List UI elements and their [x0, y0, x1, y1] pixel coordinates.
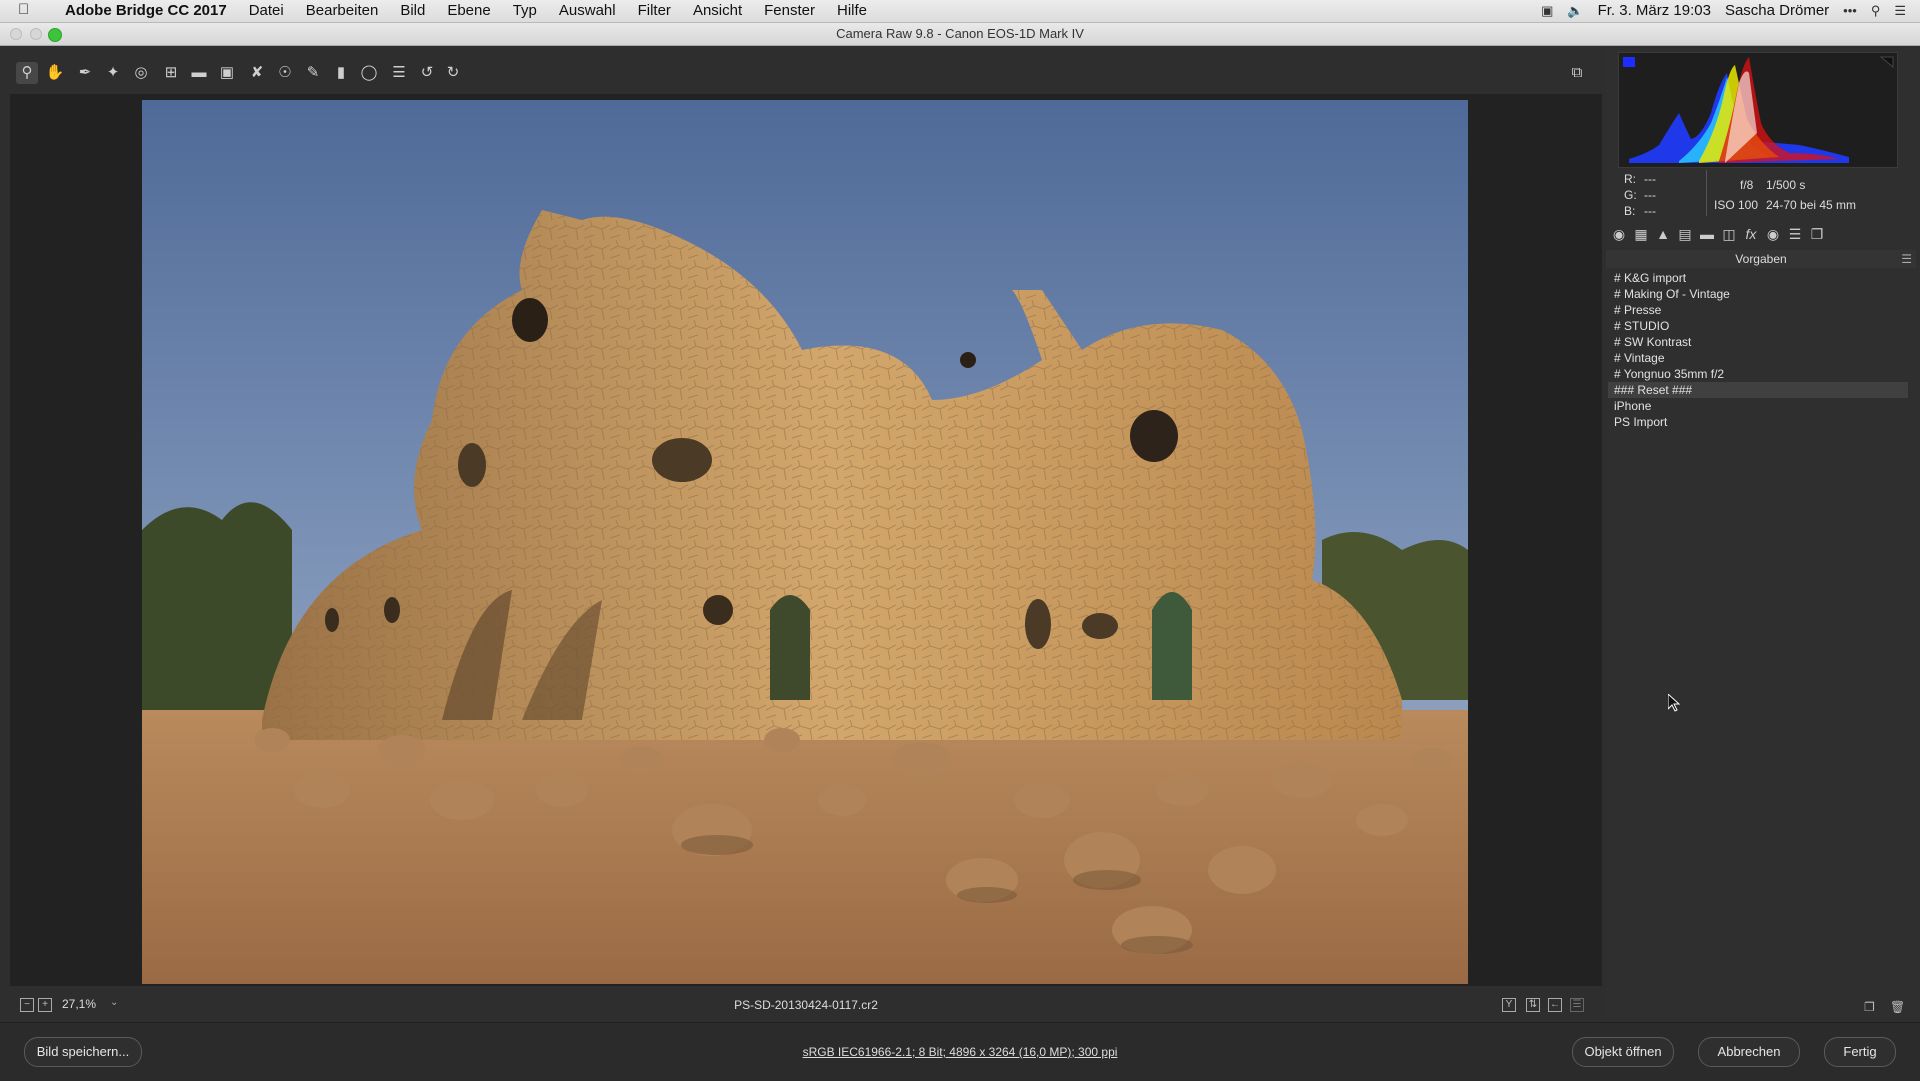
panel-menu-icon[interactable]: ☰ [1901, 250, 1912, 268]
targeted-adjustment-tool-icon[interactable]: ◎ [130, 62, 152, 84]
rgb-and-exif-readout: R: --- G: --- B: --- f/8 1/500 s ISO 100… [1618, 170, 1908, 220]
clock[interactable]: Fr. 3. März 19:03 [1598, 2, 1711, 20]
user-name[interactable]: Sascha Drömer [1725, 2, 1829, 20]
window-titlebar: Camera Raw 9.8 - Canon EOS-1D Mark IV [0, 23, 1920, 46]
tab-hsl-icon[interactable]: ▤ [1674, 226, 1696, 243]
open-object-button[interactable]: Objekt öffnen [1572, 1037, 1674, 1067]
shutter-speed: 1/500 s [1766, 178, 1806, 192]
b-label: B: [1624, 204, 1636, 218]
tab-detail-icon[interactable]: ▲ [1652, 226, 1674, 242]
r-value: --- [1644, 172, 1656, 186]
preset-item[interactable]: # Making Of - Vintage [1608, 286, 1908, 302]
radial-filter-icon[interactable]: ◯ [358, 62, 380, 84]
readout-divider [1706, 170, 1707, 216]
menu-typ[interactable]: Typ [502, 2, 548, 20]
new-preset-icon[interactable]: ❐ [1864, 1000, 1875, 1014]
notification-center-icon[interactable]: ☰ [1894, 2, 1906, 20]
preset-item[interactable]: PS Import [1608, 414, 1908, 430]
more-icon[interactable]: ••• [1843, 2, 1857, 20]
action-bar: Bild speichern... sRGB IEC61966-2.1; 8 B… [0, 1022, 1920, 1081]
tab-lens-corrections-icon[interactable]: ◫ [1718, 226, 1740, 243]
menu-app-name[interactable]: Adobe Bridge CC 2017 [54, 2, 238, 20]
red-eye-tool-icon[interactable]: ☉ [274, 62, 296, 84]
photo-preview[interactable] [142, 100, 1468, 984]
graduated-filter-icon[interactable]: ▮ [330, 62, 352, 84]
swap-settings-icon[interactable]: ⇅ [1526, 998, 1540, 1012]
crop-tool-icon[interactable]: ⊞ [160, 62, 182, 84]
adjustment-brush-icon[interactable]: ✎ [302, 62, 324, 84]
rotate-left-icon[interactable]: ↺ [416, 62, 438, 84]
shadow-clipping-indicator-icon[interactable] [1623, 57, 1635, 67]
preset-item[interactable]: # Presse [1608, 302, 1908, 318]
transform-tool-icon[interactable]: ▣ [216, 62, 238, 84]
menu-filter[interactable]: Filter [627, 2, 682, 20]
spot-removal-tool-icon[interactable]: ✘ [246, 62, 268, 84]
menu-bild[interactable]: Bild [389, 2, 436, 20]
cancel-button[interactable]: Abbrechen [1698, 1037, 1800, 1067]
preset-item[interactable]: # SW Kontrast [1608, 334, 1908, 350]
before-after-toggle-icon[interactable]: Y [1502, 998, 1516, 1012]
tab-tone-curve-icon[interactable]: ▦ [1630, 226, 1652, 243]
r-label: R: [1624, 172, 1636, 186]
photo-canvas [142, 100, 1468, 984]
preview-status-strip: − + 27,1% ⌄ PS-SD-20130424-0117.cr2 Y ⇅ … [10, 990, 1602, 1020]
rotate-right-icon[interactable]: ↻ [442, 62, 464, 84]
histogram-graph [1619, 53, 1897, 167]
menu-items: Adobe Bridge CC 2017 Datei Bearbeiten Bi… [54, 2, 878, 20]
hand-tool-icon[interactable]: ✋ [44, 62, 66, 84]
delete-preset-icon[interactable]: 🗑 [1890, 1000, 1905, 1014]
presets-header: Vorgaben ☰ [1606, 250, 1916, 268]
fullscreen-toggle-icon[interactable]: ⧉ [1566, 62, 1588, 84]
presets-list: # K&G import # Making Of - Vintage # Pre… [1608, 270, 1908, 430]
menu-fenster[interactable]: Fenster [753, 2, 826, 20]
spotlight-search-icon[interactable]: ⚲ [1871, 2, 1881, 20]
color-sampler-tool-icon[interactable]: ✦ [102, 62, 124, 84]
apple-icon[interactable]:  [18, 1, 29, 18]
file-name: PS-SD-20130424-0117.cr2 [734, 998, 878, 1012]
system-menubar:  Adobe Bridge CC 2017 Datei Bearbeiten … [0, 0, 1920, 23]
g-label: G: [1624, 188, 1637, 202]
screen-record-icon[interactable]: ▣ [1541, 2, 1553, 20]
preset-item-selected[interactable]: ### Reset ### [1608, 382, 1908, 398]
menu-auswahl[interactable]: Auswahl [548, 2, 627, 20]
menu-ebene[interactable]: Ebene [436, 2, 501, 20]
zoom-tool-icon[interactable]: ⚲ [16, 62, 38, 84]
preferences-icon[interactable]: ☰ [388, 62, 410, 84]
menu-bearbeiten[interactable]: Bearbeiten [295, 2, 390, 20]
lens-info: 24-70 bei 45 mm [1766, 198, 1857, 212]
histogram [1618, 52, 1898, 168]
menu-hilfe[interactable]: Hilfe [826, 2, 878, 20]
preset-item[interactable]: # Vintage [1608, 350, 1908, 366]
white-balance-tool-icon[interactable]: ✒ [74, 62, 96, 84]
tools-toolbar: ⚲ ✋ ✒ ✦ ◎ ⊞ ▬ ▣ ✘ ☉ ✎ ▮ ◯ ☰ ↺ ↻ ⧉ [10, 56, 1602, 90]
preset-item[interactable]: # STUDIO [1608, 318, 1908, 334]
done-button[interactable]: Fertig [1824, 1037, 1896, 1067]
tab-effects-icon[interactable]: fx [1740, 226, 1762, 242]
tab-presets-icon[interactable]: ☰ [1784, 226, 1806, 243]
menu-datei[interactable]: Datei [238, 2, 295, 20]
panel-tabs: ◉ ▦ ▲ ▤ ▬ ◫ fx ◉ ☰ ❐ [1608, 226, 1910, 248]
aperture: f/8 [1740, 178, 1754, 192]
status-area: ▣ 🔈 Fr. 3. März 19:03 Sascha Drömer ••• … [1541, 2, 1906, 20]
toggle-settings-icon[interactable]: ☰ [1570, 998, 1584, 1012]
tab-split-toning-icon[interactable]: ▬ [1696, 226, 1718, 242]
mouse-cursor-icon [1667, 692, 1681, 712]
tab-snapshots-icon[interactable]: ❐ [1806, 226, 1828, 243]
menu-ansicht[interactable]: Ansicht [682, 2, 753, 20]
g-value: --- [1644, 188, 1656, 202]
window-title: Camera Raw 9.8 - Canon EOS-1D Mark IV [836, 26, 1084, 41]
iso: ISO 100 [1714, 198, 1759, 212]
preset-item[interactable]: # K&G import [1608, 270, 1908, 286]
volume-icon[interactable]: 🔈 [1567, 2, 1583, 20]
preset-item[interactable]: # Yongnuo 35mm f/2 [1608, 366, 1908, 382]
preset-item[interactable]: iPhone [1608, 398, 1908, 414]
tab-camera-calibration-icon[interactable]: ◉ [1762, 226, 1784, 243]
b-value: --- [1644, 204, 1656, 218]
straighten-tool-icon[interactable]: ▬ [188, 62, 210, 84]
copy-settings-icon[interactable]: ← [1548, 998, 1562, 1012]
tab-basic-icon[interactable]: ◉ [1608, 226, 1630, 243]
presets-footer: ❐ 🗑 [1606, 996, 1920, 1020]
presets-title: Vorgaben [1735, 252, 1787, 266]
